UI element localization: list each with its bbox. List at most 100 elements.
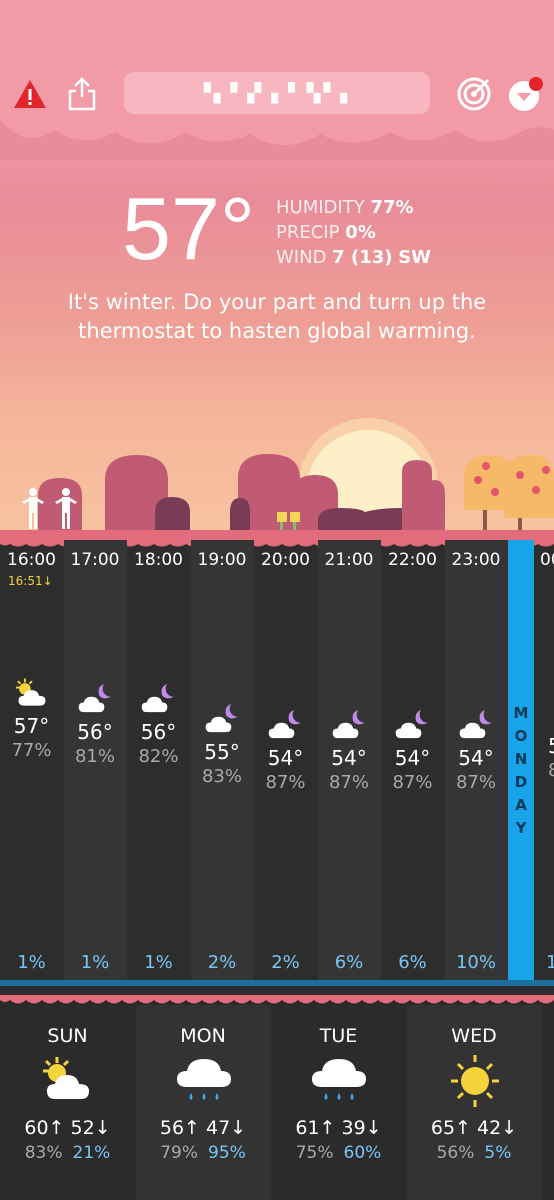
hour-precip: 6% [334, 952, 364, 973]
rain-icon [173, 1053, 235, 1109]
day-divider-letter: N [514, 750, 528, 768]
hour-temp: 57° [13, 714, 50, 738]
day-divider-letter: D [514, 773, 528, 791]
day-high: 56↑ [159, 1117, 200, 1139]
day-low: 47↓ [206, 1117, 247, 1139]
day-humidity: 75% [295, 1143, 334, 1163]
hour-humidity: 77% [11, 740, 52, 761]
day-details: 75% 60% [271, 1143, 406, 1163]
day-temps: 65↑ 42↓ [407, 1117, 542, 1139]
hour-precip: 2% [271, 952, 300, 973]
day-humidity: 83% [24, 1143, 63, 1163]
day-divider-letter: Y [515, 819, 527, 837]
day-humidity: 79% [160, 1143, 198, 1163]
hour-precip: 10% [455, 952, 496, 973]
notification-icon[interactable] [502, 72, 546, 116]
day-temps: 56↑ 47↓ [136, 1117, 271, 1139]
hour-column[interactable]: 17:00 56° 81% 1% [63, 540, 127, 985]
day-divider-letter: A [515, 796, 527, 814]
hour-time: 20:00 [261, 550, 310, 570]
wind-direction: SW [398, 247, 432, 268]
warning-icon[interactable] [8, 72, 52, 116]
day-high: 60↑ [24, 1117, 65, 1139]
hour-humidity: 87% [455, 772, 496, 793]
hour-humidity: 8 [548, 760, 554, 781]
hour-column[interactable]: 23:00 54° 87% 10% [444, 540, 508, 985]
landscape-illustration [0, 418, 554, 540]
hour-humidity: 87% [392, 772, 433, 793]
day-column[interactable]: WED 65↑ 42↓ 56% 5% [406, 1005, 542, 1200]
day-name: MON [180, 1025, 226, 1047]
hour-column[interactable]: 18:00 56° 82% 1% [127, 540, 190, 985]
hour-humidity: 83% [201, 766, 242, 787]
hour-temp: 56° [140, 720, 177, 744]
current-temperature: 57° [122, 179, 256, 278]
day-temps: 60↑ 52↓ [0, 1117, 135, 1139]
hour-column[interactable]: 21:00 54° 87% 6% [317, 540, 381, 985]
hour-time: 22:00 [388, 550, 437, 570]
hour-humidity: 87% [328, 772, 369, 793]
day-divider-monday: MONDAY [508, 540, 534, 985]
precip-label: PRECIP [276, 222, 340, 243]
day-column[interactable]: TUE 61↑ 39↓ 75% 60% [271, 1005, 406, 1200]
day-name: SUN [47, 1025, 88, 1047]
hour-column[interactable]: 20:00 54° 87% 2% [254, 540, 317, 985]
day-precip: 21% [72, 1143, 111, 1163]
day-details: 83% 21% [0, 1143, 135, 1163]
location-search-bar[interactable]: ▝▖▘▞▗▝ ▚▘▖ [124, 72, 430, 114]
hour-precip: 2% [207, 952, 237, 973]
day-high: 65↑ [430, 1117, 471, 1139]
radar-icon[interactable] [452, 72, 496, 116]
weather-quote: It's winter. Do your part and turn up th… [67, 290, 487, 343]
hourly-forecast[interactable]: 16:00 16:51↓ 57° 77% 1% 17:00 56° 81% 1% 18:00 56°… [0, 540, 554, 995]
hour-temp: 5 [548, 734, 554, 758]
sunny-icon [444, 1053, 506, 1109]
share-icon[interactable] [60, 72, 104, 116]
day-column[interactable]: SUN 60↑ 52↓ 83% 21% [0, 1005, 135, 1200]
hour-column[interactable]: 22:00 54° 87% 6% [381, 540, 444, 985]
hour-time: 16:00 [7, 550, 56, 570]
humidity-row: HUMIDITY 77% [276, 195, 431, 220]
wind-value: 7 (13) [332, 247, 393, 268]
day-column[interactable]: MON 56↑ 47↓ 79% 95% [135, 1005, 271, 1200]
hour-temp: 54° [458, 746, 494, 770]
humidity-value: 77% [370, 197, 414, 218]
day-humidity: 56% [436, 1143, 475, 1163]
day-divider-letter: O [514, 727, 528, 745]
hour-time: 17:00 [70, 550, 120, 570]
cloudy-night-icon [264, 706, 308, 742]
partly-sunny-icon [10, 676, 54, 712]
precip-value: 0% [345, 222, 376, 243]
hour-precip: 1% [17, 952, 46, 973]
hour-column[interactable]: 19:00 55° 83% 2% [190, 540, 254, 985]
hour-time: 21:00 [324, 550, 374, 570]
hour-time: 18:00 [134, 550, 183, 570]
day-precip: 95% [208, 1143, 246, 1163]
day-details: 79% 95% [136, 1143, 271, 1163]
cloudy-night-icon [137, 680, 181, 716]
wind-label: WIND [276, 247, 327, 268]
day-precip: 60% [343, 1143, 382, 1163]
hour-precip: 1 [546, 952, 554, 973]
hour-temp: 54° [331, 746, 367, 770]
day-high: 61↑ [295, 1117, 336, 1139]
hour-temp: 55° [204, 740, 240, 764]
wind-row: WIND 7 (13) SW [276, 245, 431, 270]
hour-precip: 1% [144, 952, 173, 973]
hour-time: 23:00 [451, 550, 501, 570]
day-low: 52↓ [70, 1117, 111, 1139]
cloudy-night-icon [328, 706, 372, 742]
cloudy-night-icon [201, 700, 245, 736]
day-low: 42↓ [477, 1117, 518, 1139]
hour-column[interactable]: 16:00 16:51↓ 57° 77% 1% [0, 540, 63, 985]
hour-time: 00 [540, 550, 554, 570]
day-details: 56% 5% [407, 1143, 542, 1163]
hour-column-partial[interactable]: 00 5 8 1 [534, 540, 554, 985]
current-conditions-panel: ▝▖▘▞▗▝ ▚▘▖ 57° HUMIDITY 77% PRECIP 0% WI… [0, 0, 554, 540]
daily-forecast[interactable]: SUN 60↑ 52↓ 83% 21% MON 56↑ 47↓ 79% 95% TUE 61↑ 3… [0, 995, 554, 1200]
day-divider-letter: M [513, 704, 529, 722]
hour-humidity: 81% [74, 746, 115, 767]
daily-top-edge [0, 995, 554, 1004]
hour-temp: 54° [267, 746, 304, 770]
sunset-time: 16:51↓ [8, 574, 53, 588]
